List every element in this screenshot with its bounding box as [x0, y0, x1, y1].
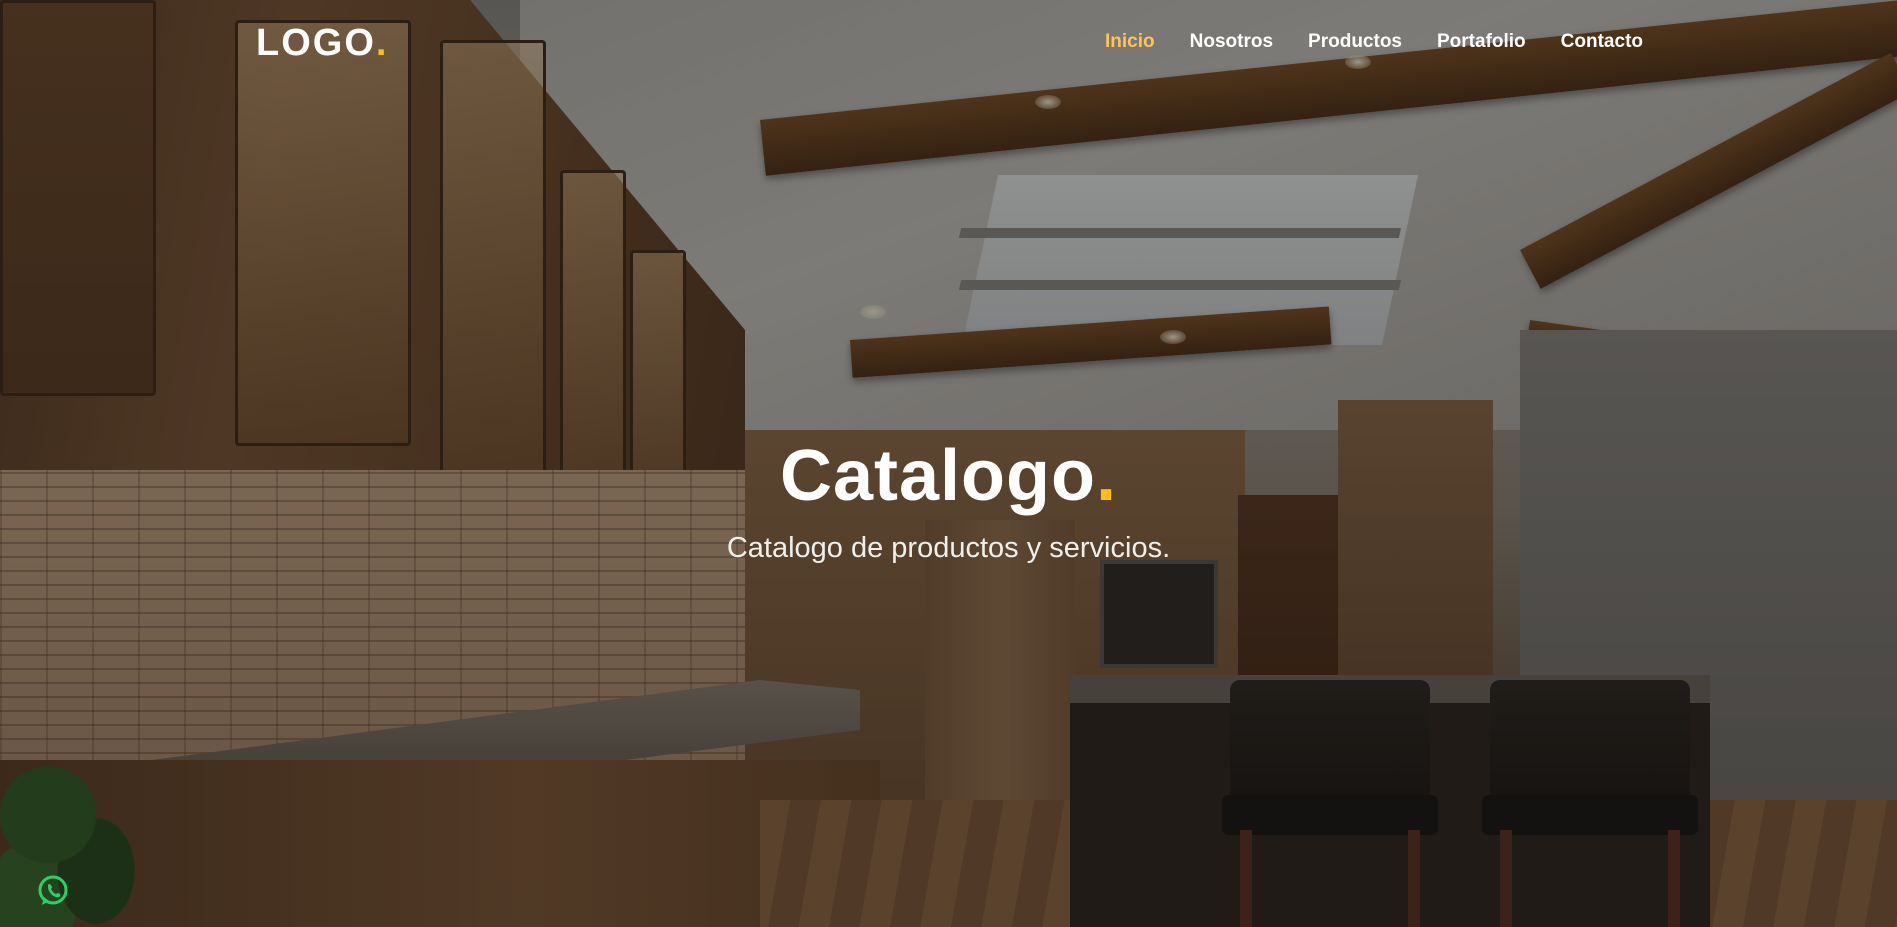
site-header: LOGO. Inicio Nosotros Productos Portafol… — [0, 0, 1897, 90]
logo-dot: . — [375, 22, 389, 64]
main-nav: Inicio Nosotros Productos Portafolio Con… — [1105, 31, 1643, 53]
site-logo[interactable]: LOGO. — [256, 22, 388, 65]
hero-title-text: Catalogo — [779, 436, 1096, 516]
nav-link-contacto[interactable]: Contacto — [1561, 31, 1643, 53]
whatsapp-icon — [38, 875, 68, 905]
hero-subtitle: Catalogo de productos y servicios. — [726, 532, 1171, 564]
nav-link-nosotros[interactable]: Nosotros — [1190, 31, 1273, 53]
nav-link-inicio[interactable]: Inicio — [1105, 31, 1155, 53]
hero-title: Catalogo. — [0, 440, 1897, 512]
nav-link-productos[interactable]: Productos — [1308, 31, 1402, 53]
hero-section: Catalogo. Catalogo de productos y servic… — [0, 440, 1897, 565]
whatsapp-button[interactable] — [36, 874, 70, 908]
logo-text: LOGO — [256, 22, 376, 64]
nav-link-portafolio[interactable]: Portafolio — [1437, 31, 1526, 53]
hero-title-dot: . — [1096, 436, 1118, 516]
